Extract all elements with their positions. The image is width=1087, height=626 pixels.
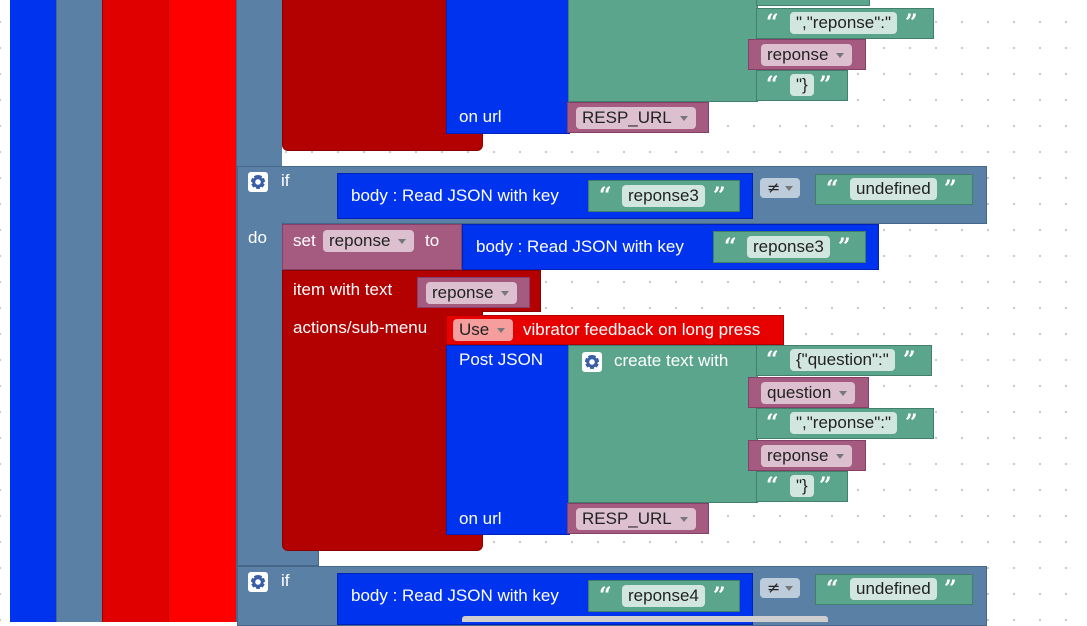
if-label: if xyxy=(281,171,290,190)
set-variable-dropdown[interactable]: reponse xyxy=(323,230,415,252)
post-json-label: Post JSON xyxy=(459,350,544,369)
variable-dropdown[interactable]: RESP_URL xyxy=(576,107,696,129)
read-json-label: body : Read JSON with key xyxy=(351,586,559,605)
variable-dropdown[interactable]: RESP_URL xyxy=(576,508,696,530)
variable-dropdown[interactable]: question xyxy=(761,382,856,404)
vibrator-feedback-block[interactable]: Use vibrator feedback on long press xyxy=(446,315,784,345)
if-label: if xyxy=(281,571,290,590)
quote-open-icon: “ xyxy=(826,576,839,602)
quote-open-icon: “ xyxy=(766,72,779,98)
text-block-reponse-key[interactable]: “ ","reponse":" ” xyxy=(756,408,934,439)
quote-open-icon: “ xyxy=(599,583,612,609)
set-label: set xyxy=(293,231,316,250)
url-variable-block-top[interactable]: RESP_URL xyxy=(567,102,709,133)
quote-open-icon: “ xyxy=(766,347,779,373)
compare-field[interactable]: undefined xyxy=(850,178,937,200)
create-text-label: create text with xyxy=(614,351,729,370)
gear-icon[interactable] xyxy=(582,352,602,372)
actions-sub-menu-label: actions/sub-menu xyxy=(293,318,428,337)
horizontal-scrollbar[interactable] xyxy=(462,616,828,622)
read-json-label: body : Read JSON with key xyxy=(351,186,559,205)
compare-operator-dropdown[interactable]: ≠ xyxy=(760,578,801,598)
text-field[interactable]: {"question":" xyxy=(790,349,895,371)
text-block-key-1[interactable]: “ reponse3 ” xyxy=(588,180,740,212)
quote-close-icon: ” xyxy=(713,583,726,609)
text-field[interactable]: ","reponse":" xyxy=(790,412,898,434)
text-block-key-3[interactable]: “ reponse4 ” xyxy=(588,580,740,612)
gear-icon[interactable] xyxy=(248,172,268,192)
do-label: do xyxy=(248,228,267,247)
text-block-top-2[interactable]: “ ","reponse":" ” xyxy=(756,8,934,39)
quote-close-icon: ” xyxy=(838,234,851,260)
use-dropdown[interactable]: Use xyxy=(453,319,514,341)
on-url-label: on url xyxy=(459,509,502,528)
outer-container-stripe xyxy=(10,0,56,622)
variable-dropdown[interactable]: reponse xyxy=(761,44,853,66)
item-with-text-label: item with text xyxy=(293,280,393,299)
text-block-close-brace[interactable]: “ "} ” xyxy=(756,471,848,502)
text-field[interactable]: "} xyxy=(790,74,814,96)
container-stripe-slate xyxy=(56,0,102,622)
url-variable-block[interactable]: RESP_URL xyxy=(567,503,709,534)
compare-field[interactable]: undefined xyxy=(850,578,937,600)
text-block-key-2[interactable]: “ reponse3 ” xyxy=(713,231,866,263)
quote-close-icon: ” xyxy=(713,183,726,209)
if-block-1-body[interactable] xyxy=(237,222,283,562)
variable-dropdown[interactable]: reponse xyxy=(761,445,853,467)
on-url-label: on url xyxy=(459,107,502,126)
text-field[interactable]: ","reponse":" xyxy=(790,12,898,34)
text-block-top-3[interactable]: “ "} ” xyxy=(756,70,848,101)
quote-close-icon: ” xyxy=(819,473,832,499)
question-variable-block[interactable]: question xyxy=(748,377,869,408)
variable-dropdown[interactable]: reponse xyxy=(426,282,518,304)
read-json-label: body : Read JSON with key xyxy=(476,237,684,256)
item-variable-block[interactable]: reponse xyxy=(417,277,530,308)
key-field[interactable]: reponse4 xyxy=(622,585,705,607)
quote-close-icon: ” xyxy=(819,72,832,98)
quote-close-icon: ” xyxy=(944,176,957,202)
post-json-block[interactable]: Post JSON on url xyxy=(446,345,570,535)
container-stripe-red xyxy=(168,0,236,622)
quote-open-icon: “ xyxy=(766,473,779,499)
quote-open-icon: “ xyxy=(724,234,737,260)
variable-block-top[interactable]: reponse xyxy=(748,39,866,70)
quote-close-icon: ” xyxy=(905,410,918,436)
quote-open-icon: “ xyxy=(766,10,779,36)
quote-close-icon: ” xyxy=(903,347,916,373)
create-text-block-top[interactable] xyxy=(568,0,758,102)
gear-icon[interactable] xyxy=(248,572,268,592)
quote-open-icon: “ xyxy=(826,176,839,202)
text-block-undefined-1[interactable]: “ undefined ” xyxy=(815,174,973,205)
text-block-question-key[interactable]: “ {"question":" ” xyxy=(756,345,932,376)
quote-close-icon: ” xyxy=(905,10,918,36)
vibrator-feedback-label: vibrator feedback on long press xyxy=(523,320,761,339)
text-block-top-1[interactable] xyxy=(756,0,870,6)
quote-open-icon: “ xyxy=(766,410,779,436)
quote-open-icon: “ xyxy=(599,183,612,209)
key-field[interactable]: reponse3 xyxy=(622,185,705,207)
key-field[interactable]: reponse3 xyxy=(747,236,830,258)
quote-close-icon: ” xyxy=(944,576,957,602)
reponse-variable-block[interactable]: reponse xyxy=(748,440,866,471)
compare-operator-dropdown[interactable]: ≠ xyxy=(760,178,801,198)
create-text-block[interactable]: create text with xyxy=(568,345,758,503)
text-block-undefined-2[interactable]: “ undefined ” xyxy=(815,574,973,605)
text-field[interactable]: "} xyxy=(790,475,814,497)
to-label: to xyxy=(425,231,440,250)
set-variable-block[interactable]: set reponse to xyxy=(282,224,462,270)
container-stripe-darkred xyxy=(102,0,168,622)
